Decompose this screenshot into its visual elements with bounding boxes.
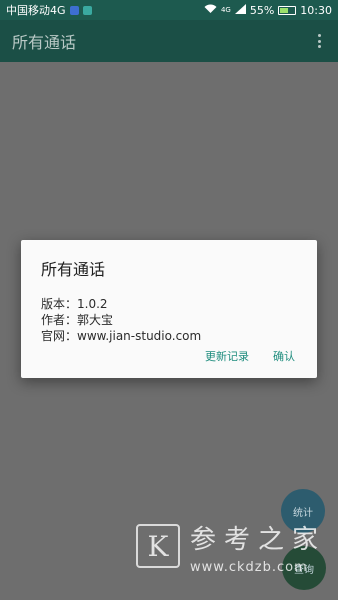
site-watermark: K 参考之家 www.ckdzb.com — [136, 524, 336, 588]
watermark-url: www.ckdzb.com — [190, 560, 308, 575]
app-notification-icon — [82, 5, 92, 15]
signal-icon — [234, 3, 246, 17]
watermark-text: 参考之家 www.ckdzb.com — [190, 524, 326, 575]
app-title: 所有通话 — [12, 33, 77, 52]
more-options-icon[interactable] — [312, 32, 326, 50]
carrier-label: 中国移动4G — [6, 4, 66, 17]
changelog-button[interactable]: 更新记录 — [205, 348, 249, 364]
notification-icon — [69, 5, 79, 15]
battery-percent: 55% — [249, 3, 275, 17]
status-bar-right: 4G 55% 10:30 — [204, 3, 332, 17]
watermark-logo-icon: K — [136, 524, 180, 568]
app-bar: 所有通话 — [0, 20, 338, 62]
author-text: 作者：郭大宝 — [41, 313, 114, 327]
battery-icon — [278, 5, 297, 15]
confirm-button[interactable]: 确认 — [273, 348, 295, 364]
status-bar: 中国移动4G 4G 55% 10:30 — [0, 0, 338, 20]
watermark-name: 参考之家 — [190, 525, 327, 555]
dialog-title: 所有通话 — [41, 260, 106, 279]
version-text: 版本：1.0.2 — [41, 297, 108, 311]
stats-fab-label: 统计 — [293, 507, 313, 519]
battery-level — [280, 7, 289, 13]
about-dialog: 所有通话 版本：1.0.2 作者：郭大宝 官网：www.jian-studio.… — [21, 240, 317, 378]
dialog-actions: 更新记录 确认 — [205, 348, 295, 364]
network-type-label: 4G — [220, 6, 231, 14]
clock: 10:30 — [300, 3, 332, 17]
wifi-icon — [204, 4, 217, 17]
website-text: 官网：www.jian-studio.com — [41, 329, 202, 343]
status-bar-left: 中国移动4G — [6, 2, 92, 18]
